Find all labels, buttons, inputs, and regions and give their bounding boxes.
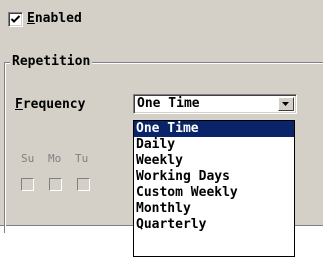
check-mark-icon (10, 15, 21, 23)
frequency-selected-value: One Time (137, 96, 200, 111)
repetition-group-title: Repetition (10, 54, 93, 69)
dropdown-arrow-icon (282, 102, 289, 106)
frequency-option[interactable]: One Time (134, 121, 294, 137)
weekday-checkbox-monday[interactable] (49, 178, 62, 191)
weekday-label-sunday: Su (21, 152, 35, 165)
frequency-option[interactable]: Weekly (134, 153, 294, 169)
frequency-option[interactable]: Monthly (134, 201, 294, 217)
frequency-label: Frequency (15, 97, 85, 112)
frequency-label-mnemonic: F (15, 97, 23, 112)
frequency-option[interactable]: Working Days (134, 169, 294, 185)
enabled-label-mnemonic: E (27, 11, 35, 26)
frequency-dropdown-list[interactable]: One Time Daily Weekly Working Days Custo… (133, 120, 295, 257)
frequency-option[interactable]: Daily (134, 137, 294, 153)
weekday-label-tuesday: Tu (75, 152, 89, 165)
weekday-checkbox-tuesday[interactable] (77, 178, 90, 191)
weekday-checkbox-sunday[interactable] (21, 178, 34, 191)
weekday-label-monday: Mo (48, 152, 62, 165)
frequency-dropdown-button[interactable] (278, 97, 294, 111)
frequency-combobox[interactable]: One Time (133, 94, 297, 114)
frequency-option[interactable]: Custom Weekly (134, 185, 294, 201)
enabled-label-rest: nabled (34, 11, 82, 26)
frequency-label-rest: requency (22, 97, 86, 112)
enabled-checkbox[interactable] (8, 12, 23, 27)
frequency-option[interactable]: Quarterly (134, 217, 294, 233)
enabled-label[interactable]: Enabled (27, 11, 82, 26)
